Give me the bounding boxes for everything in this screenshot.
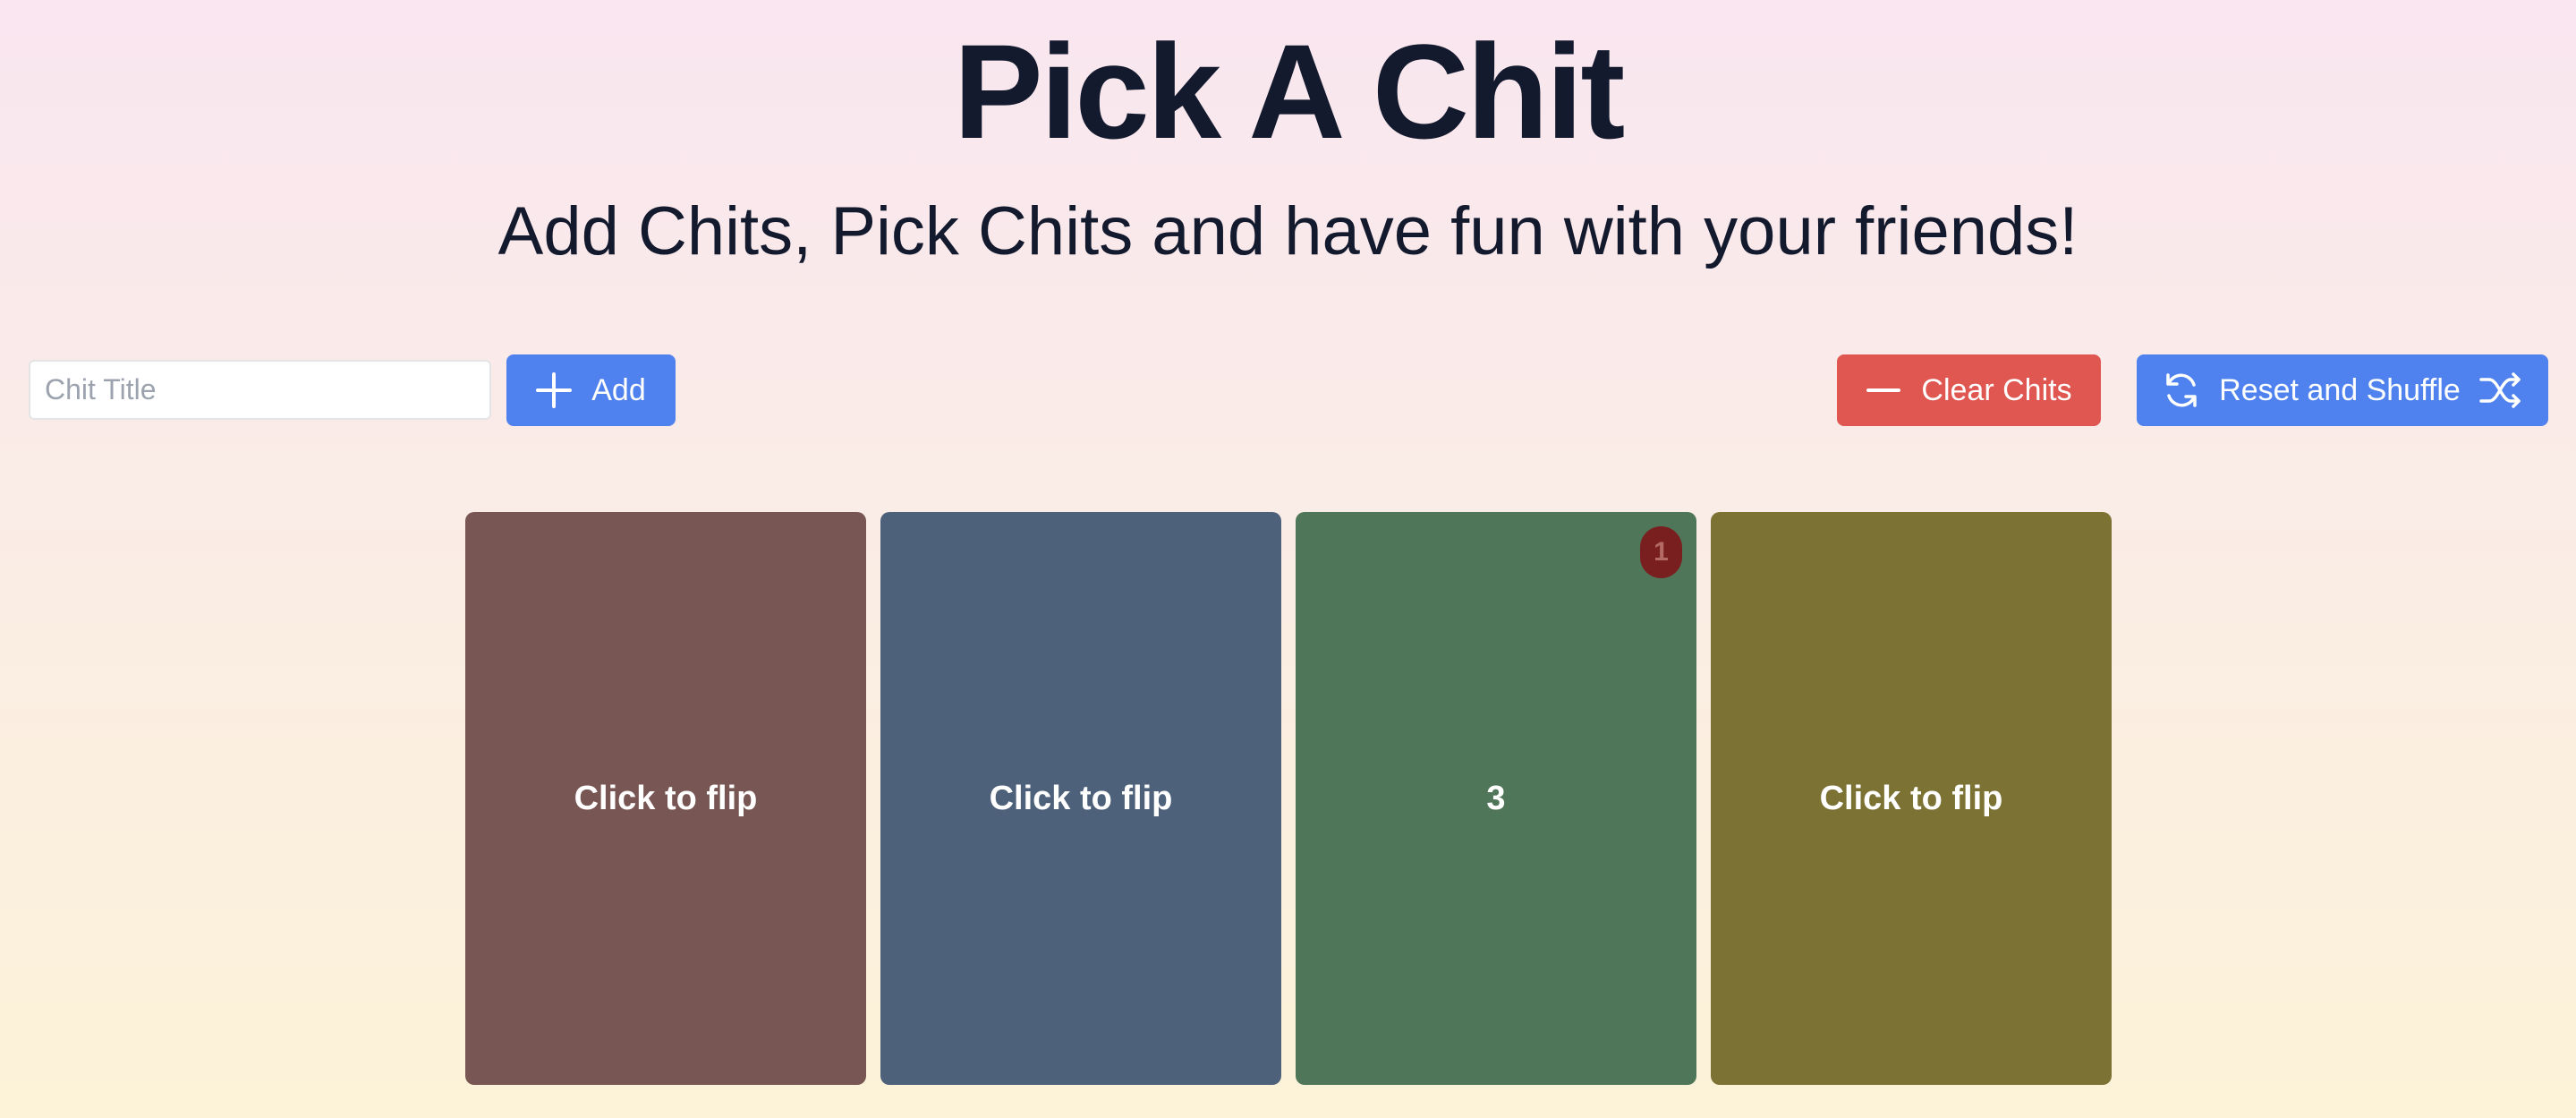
chit-card-label: 3: [1486, 779, 1506, 817]
shuffle-icon: [2478, 371, 2523, 410]
pick-count-badge: 1: [1640, 526, 1682, 578]
reset-shuffle-button[interactable]: Reset and Shuffle: [2137, 354, 2548, 426]
chit-card-label: Click to flip: [574, 779, 758, 817]
add-button[interactable]: Add: [506, 354, 676, 426]
minus-icon: [1866, 372, 1901, 408]
chit-title-input[interactable]: [29, 360, 491, 420]
clear-chits-button[interactable]: Clear Chits: [1837, 354, 2101, 426]
page-title: Pick A Chit: [953, 16, 1626, 166]
chit-card-label: Click to flip: [1819, 779, 2003, 817]
refresh-icon: [2162, 371, 2201, 410]
chit-card-label: Click to flip: [989, 779, 1173, 817]
chit-cards-grid: Click to flip Click to flip 3 1 Click to…: [465, 512, 2112, 1085]
add-button-label: Add: [591, 372, 646, 407]
chit-card[interactable]: Click to flip: [880, 512, 1281, 1085]
reset-shuffle-label: Reset and Shuffle: [2219, 372, 2461, 407]
chit-card-flipped[interactable]: 3 1: [1296, 512, 1696, 1085]
chit-card[interactable]: Click to flip: [1711, 512, 2112, 1085]
page-subtitle: Add Chits, Pick Chits and have fun with …: [497, 193, 2079, 269]
plus-icon: [536, 372, 573, 408]
clear-chits-label: Clear Chits: [1921, 372, 2072, 407]
chit-card[interactable]: Click to flip: [465, 512, 866, 1085]
